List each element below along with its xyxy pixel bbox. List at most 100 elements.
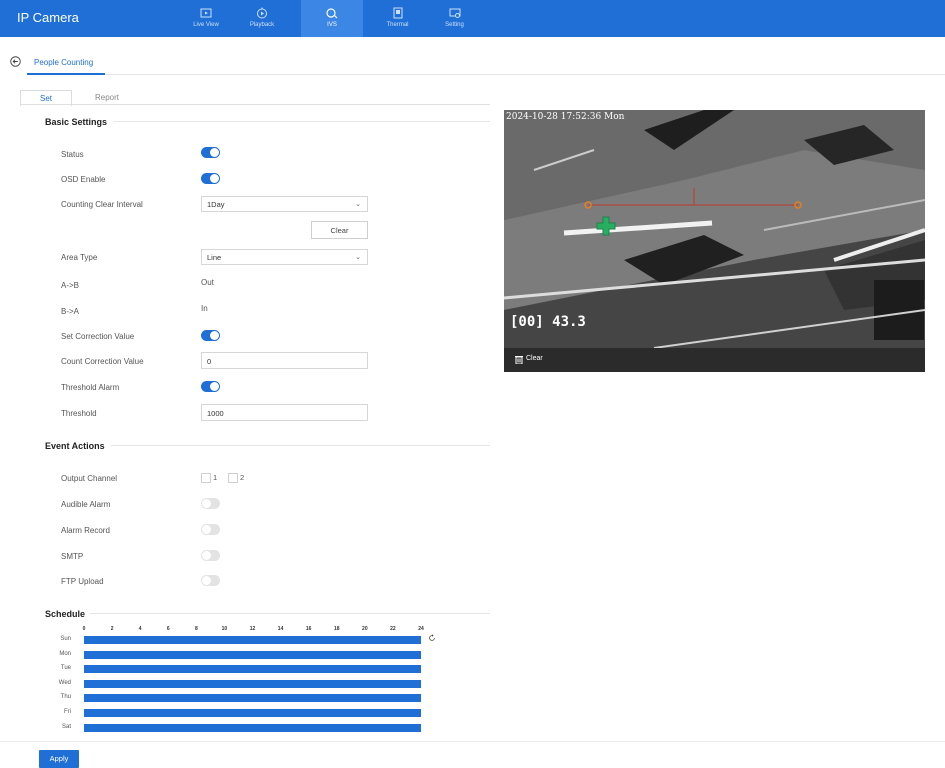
video-clear-button[interactable]: Clear [526,355,543,362]
schedule-hour-label: 16 [305,626,312,632]
osd-enable-label: OSD Enable [61,175,106,184]
nav-label: Playback [249,22,275,28]
output-channel-label: Output Channel [61,474,118,483]
live-view-icon [200,8,212,18]
nav-ivs[interactable]: IVS [301,0,363,37]
tab-people-counting[interactable]: People Counting [34,58,93,67]
schedule-bar[interactable] [84,679,421,688]
smtp-toggle[interactable] [201,550,220,561]
divider [0,741,945,742]
audible-alarm-label: Audible Alarm [61,500,111,509]
app-title: IP Camera [17,10,79,25]
set-correction-label: Set Correction Value [61,332,135,341]
osd-enable-toggle[interactable] [201,173,220,184]
schedule-day-label: Thu [60,694,71,701]
schedule-bar[interactable] [84,694,421,703]
status-toggle[interactable] [201,147,220,158]
refresh-icon[interactable] [428,634,436,642]
b-to-a-value: In [201,304,208,313]
schedule-bar[interactable] [84,723,421,732]
ftp-upload-toggle[interactable] [201,575,220,586]
nav-playback[interactable]: Playback [232,0,292,37]
schedule-day-label: Sat [61,723,71,730]
nav-label: IVS [327,22,337,28]
trash-icon[interactable] [515,355,523,364]
b-to-a-label: B->A [61,307,80,316]
thermal-camera-image [504,110,925,348]
count-correction-input[interactable]: 0 [201,352,368,369]
schedule-title: Schedule [45,609,86,619]
area-type-label: Area Type [61,253,98,262]
schedule-hour-label: 2 [110,626,114,632]
channel-1-label: 1 [213,473,218,482]
video-preview[interactable]: 2024-10-28 17:52:36 Mon [00] 43.3 Clear [504,110,925,372]
event-actions-title: Event Actions [45,441,105,451]
schedule-hour-label: 8 [194,626,198,632]
schedule-hour-label: 0 [82,626,86,632]
select-value: Line [207,253,222,262]
divider [105,74,945,75]
nav-live-view[interactable]: Live View [180,0,232,37]
schedule-day-label: Wed [58,679,71,686]
video-toolbar: Clear [504,348,925,372]
nav-label: Live View [193,22,219,28]
schedule-day-label: Tue [60,665,71,672]
video-timestamp: 2024-10-28 17:52:36 Mon [506,112,625,122]
threshold-label: Threshold [61,409,97,418]
schedule-hour-label: 4 [138,626,142,632]
schedule-hour-label: 18 [333,626,340,632]
chevron-down-icon: ⌄ [355,254,361,261]
nav-label: Setting [445,22,464,28]
schedule-hour-label: 6 [166,626,170,632]
apply-button[interactable]: Apply [39,750,79,768]
thermal-icon [393,7,402,19]
divider [20,104,490,105]
select-value: 1Day [207,200,225,209]
playback-icon [257,7,267,19]
counting-clear-interval-select[interactable]: 1Day ⌄ [201,196,368,212]
smtp-label: SMTP [61,552,84,561]
back-icon[interactable] [10,56,21,67]
channel-2-checkbox[interactable] [228,473,238,483]
setting-icon [449,8,460,18]
channel-1-checkbox[interactable] [201,473,211,483]
schedule-hour-label: 12 [249,626,256,632]
schedule-bar[interactable] [84,665,421,674]
ftp-upload-label: FTP Upload [61,577,104,586]
temperature-readout: [00] 43.3 [510,314,586,330]
a-to-b-label: A->B [61,281,80,290]
count-correction-label: Count Correction Value [61,357,144,366]
set-correction-toggle[interactable] [201,330,220,341]
schedule-day-label: Sun [60,636,71,642]
schedule-hour-label: 22 [390,626,396,632]
threshold-input[interactable]: 1000 [201,404,368,421]
clear-button[interactable]: Clear [311,221,368,239]
nav-setting[interactable]: Setting [432,0,477,37]
threshold-alarm-toggle[interactable] [201,381,220,392]
audible-alarm-toggle[interactable] [201,498,220,509]
schedule-bar[interactable] [84,636,421,644]
divider [111,445,490,446]
schedule-hour-label: 20 [362,626,368,632]
schedule-bar[interactable] [84,709,421,717]
tab-report[interactable]: Report [82,90,132,105]
schedule-hour-label: 14 [277,626,284,632]
schedule-hour-label: 10 [221,626,228,632]
channel-2-label: 2 [240,473,245,482]
ivs-icon [326,8,338,19]
top-bar: IP Camera Live View Playback IVS Thermal… [0,0,945,37]
alarm-record-toggle[interactable] [201,524,220,535]
area-type-select[interactable]: Line ⌄ [201,249,368,265]
divider [113,121,490,122]
main-nav: Live View Playback IVS Thermal Setting [180,0,477,37]
tab-underline [27,73,105,75]
status-label: Status [61,150,84,159]
alarm-record-label: Alarm Record [61,526,110,535]
schedule-bar[interactable] [84,650,421,659]
nav-label: Thermal [386,22,409,28]
schedule-day-label: Mon [59,650,71,657]
chevron-down-icon: ⌄ [355,201,361,208]
nav-thermal[interactable]: Thermal [363,0,432,37]
schedule-hour-label: 24 [418,626,424,632]
basic-settings-title: Basic Settings [45,117,108,127]
